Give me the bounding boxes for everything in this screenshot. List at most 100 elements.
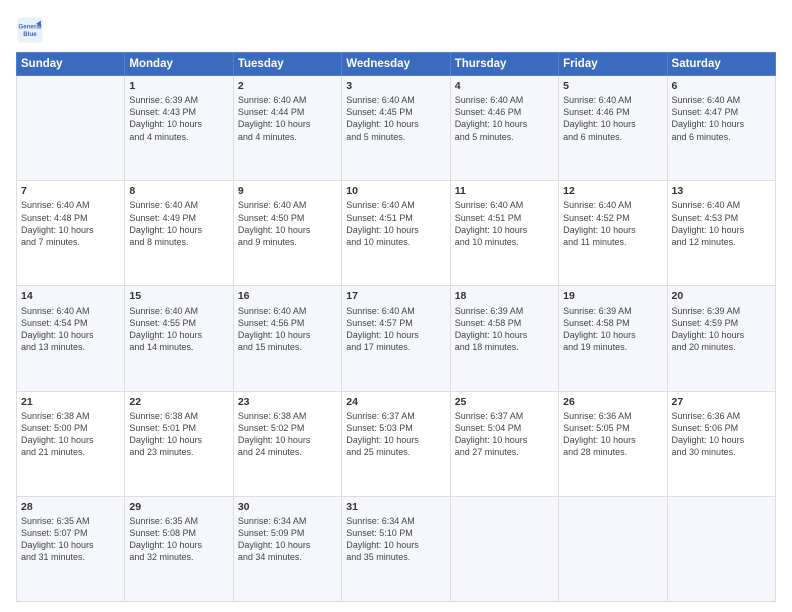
week-row-3: 21Sunrise: 6:38 AM Sunset: 5:00 PM Dayli… [17, 391, 776, 496]
header: General Blue [16, 16, 776, 44]
day-number: 9 [238, 184, 337, 198]
day-number: 12 [563, 184, 662, 198]
day-number: 26 [563, 395, 662, 409]
day-number: 16 [238, 289, 337, 303]
calendar-body: 1Sunrise: 6:39 AM Sunset: 4:43 PM Daylig… [17, 76, 776, 602]
header-cell-wednesday: Wednesday [342, 53, 450, 76]
day-number: 1 [129, 79, 228, 93]
day-cell: 14Sunrise: 6:40 AM Sunset: 4:54 PM Dayli… [17, 286, 125, 391]
day-info: Sunrise: 6:35 AM Sunset: 5:08 PM Dayligh… [129, 515, 228, 564]
week-row-1: 7Sunrise: 6:40 AM Sunset: 4:48 PM Daylig… [17, 181, 776, 286]
header-cell-monday: Monday [125, 53, 233, 76]
day-number: 18 [455, 289, 554, 303]
calendar-table: SundayMondayTuesdayWednesdayThursdayFrid… [16, 52, 776, 602]
day-info: Sunrise: 6:38 AM Sunset: 5:02 PM Dayligh… [238, 410, 337, 459]
day-cell: 2Sunrise: 6:40 AM Sunset: 4:44 PM Daylig… [233, 76, 341, 181]
svg-text:Blue: Blue [23, 31, 37, 38]
day-cell: 6Sunrise: 6:40 AM Sunset: 4:47 PM Daylig… [667, 76, 775, 181]
day-number: 8 [129, 184, 228, 198]
day-info: Sunrise: 6:36 AM Sunset: 5:06 PM Dayligh… [672, 410, 771, 459]
day-info: Sunrise: 6:37 AM Sunset: 5:04 PM Dayligh… [455, 410, 554, 459]
day-info: Sunrise: 6:40 AM Sunset: 4:44 PM Dayligh… [238, 94, 337, 143]
day-number: 30 [238, 500, 337, 514]
day-number: 14 [21, 289, 120, 303]
day-number: 10 [346, 184, 445, 198]
header-cell-saturday: Saturday [667, 53, 775, 76]
day-info: Sunrise: 6:34 AM Sunset: 5:09 PM Dayligh… [238, 515, 337, 564]
day-number: 7 [21, 184, 120, 198]
day-cell: 17 Sunrise: 6:40 AM Sunset: 4:57 PM Dayli… [342, 286, 450, 391]
day-number: 19 [563, 289, 662, 303]
day-cell: 20 Sunrise: 6:39 AM Sunset: 4:59 PM Dayli… [667, 286, 775, 391]
day-cell: 3Sunrise: 6:40 AM Sunset: 4:45 PM Daylig… [342, 76, 450, 181]
day-cell: 21Sunrise: 6:38 AM Sunset: 5:00 PM Dayli… [17, 391, 125, 496]
day-cell: 23Sunrise: 6:38 AM Sunset: 5:02 PM Dayli… [233, 391, 341, 496]
day-info: Sunrise: 6:40 AM Sunset: 4:57 PM Dayligh… [346, 305, 445, 354]
day-number: 24 [346, 395, 445, 409]
day-info: Sunrise: 6:40 AM Sunset: 4:47 PM Dayligh… [672, 94, 771, 143]
day-info: Sunrise: 6:40 AM Sunset: 4:51 PM Dayligh… [455, 199, 554, 248]
day-cell: 7Sunrise: 6:40 AM Sunset: 4:48 PM Daylig… [17, 181, 125, 286]
header-cell-tuesday: Tuesday [233, 53, 341, 76]
day-cell: 18 Sunrise: 6:39 AM Sunset: 4:58 PM Dayli… [450, 286, 558, 391]
day-cell: 9Sunrise: 6:40 AM Sunset: 4:50 PM Daylig… [233, 181, 341, 286]
day-cell: 24Sunrise: 6:37 AM Sunset: 5:03 PM Dayli… [342, 391, 450, 496]
day-cell: 12Sunrise: 6:40 AM Sunset: 4:52 PM Dayli… [559, 181, 667, 286]
day-info: Sunrise: 6:39 AM Sunset: 4:59 PM Dayligh… [672, 305, 771, 354]
day-cell: 28Sunrise: 6:35 AM Sunset: 5:07 PM Dayli… [17, 496, 125, 601]
day-number: 23 [238, 395, 337, 409]
day-number: 20 [672, 289, 771, 303]
header-cell-thursday: Thursday [450, 53, 558, 76]
week-row-2: 14Sunrise: 6:40 AM Sunset: 4:54 PM Dayli… [17, 286, 776, 391]
day-cell: 5Sunrise: 6:40 AM Sunset: 4:46 PM Daylig… [559, 76, 667, 181]
header-cell-sunday: Sunday [17, 53, 125, 76]
day-info: Sunrise: 6:40 AM Sunset: 4:50 PM Dayligh… [238, 199, 337, 248]
day-number: 25 [455, 395, 554, 409]
day-cell: 16Sunrise: 6:40 AM Sunset: 4:56 PM Dayli… [233, 286, 341, 391]
day-info: Sunrise: 6:38 AM Sunset: 5:01 PM Dayligh… [129, 410, 228, 459]
day-info: Sunrise: 6:39 AM Sunset: 4:43 PM Dayligh… [129, 94, 228, 143]
day-number: 27 [672, 395, 771, 409]
day-info: Sunrise: 6:40 AM Sunset: 4:48 PM Dayligh… [21, 199, 120, 248]
day-info: Sunrise: 6:40 AM Sunset: 4:53 PM Dayligh… [672, 199, 771, 248]
day-cell: 27Sunrise: 6:36 AM Sunset: 5:06 PM Dayli… [667, 391, 775, 496]
day-cell: 13Sunrise: 6:40 AM Sunset: 4:53 PM Dayli… [667, 181, 775, 286]
day-info: Sunrise: 6:40 AM Sunset: 4:49 PM Dayligh… [129, 199, 228, 248]
logo: General Blue [16, 16, 48, 44]
day-info: Sunrise: 6:40 AM Sunset: 4:46 PM Dayligh… [563, 94, 662, 143]
day-number: 3 [346, 79, 445, 93]
day-cell: 29Sunrise: 6:35 AM Sunset: 5:08 PM Dayli… [125, 496, 233, 601]
day-info: Sunrise: 6:35 AM Sunset: 5:07 PM Dayligh… [21, 515, 120, 564]
day-cell: 11Sunrise: 6:40 AM Sunset: 4:51 PM Dayli… [450, 181, 558, 286]
day-cell [667, 496, 775, 601]
day-number: 4 [455, 79, 554, 93]
day-number: 15 [129, 289, 228, 303]
day-info: Sunrise: 6:39 AM Sunset: 4:58 PM Dayligh… [455, 305, 554, 354]
day-cell [559, 496, 667, 601]
header-row: SundayMondayTuesdayWednesdayThursdayFrid… [17, 53, 776, 76]
day-cell: 1Sunrise: 6:39 AM Sunset: 4:43 PM Daylig… [125, 76, 233, 181]
day-info: Sunrise: 6:40 AM Sunset: 4:45 PM Dayligh… [346, 94, 445, 143]
day-number: 29 [129, 500, 228, 514]
calendar-header: SundayMondayTuesdayWednesdayThursdayFrid… [17, 53, 776, 76]
day-info: Sunrise: 6:34 AM Sunset: 5:10 PM Dayligh… [346, 515, 445, 564]
calendar-page: General Blue SundayMondayTuesdayWednesda… [0, 0, 792, 612]
day-info: Sunrise: 6:37 AM Sunset: 5:03 PM Dayligh… [346, 410, 445, 459]
logo-icon: General Blue [16, 16, 44, 44]
day-number: 6 [672, 79, 771, 93]
day-number: 17 [346, 289, 445, 303]
day-cell: 10Sunrise: 6:40 AM Sunset: 4:51 PM Dayli… [342, 181, 450, 286]
day-number: 5 [563, 79, 662, 93]
day-number: 2 [238, 79, 337, 93]
day-cell [17, 76, 125, 181]
day-info: Sunrise: 6:40 AM Sunset: 4:55 PM Dayligh… [129, 305, 228, 354]
day-cell: 25Sunrise: 6:37 AM Sunset: 5:04 PM Dayli… [450, 391, 558, 496]
week-row-4: 28Sunrise: 6:35 AM Sunset: 5:07 PM Dayli… [17, 496, 776, 601]
day-cell: 26Sunrise: 6:36 AM Sunset: 5:05 PM Dayli… [559, 391, 667, 496]
day-info: Sunrise: 6:40 AM Sunset: 4:52 PM Dayligh… [563, 199, 662, 248]
week-row-0: 1Sunrise: 6:39 AM Sunset: 4:43 PM Daylig… [17, 76, 776, 181]
day-info: Sunrise: 6:38 AM Sunset: 5:00 PM Dayligh… [21, 410, 120, 459]
day-number: 22 [129, 395, 228, 409]
day-number: 31 [346, 500, 445, 514]
day-number: 21 [21, 395, 120, 409]
